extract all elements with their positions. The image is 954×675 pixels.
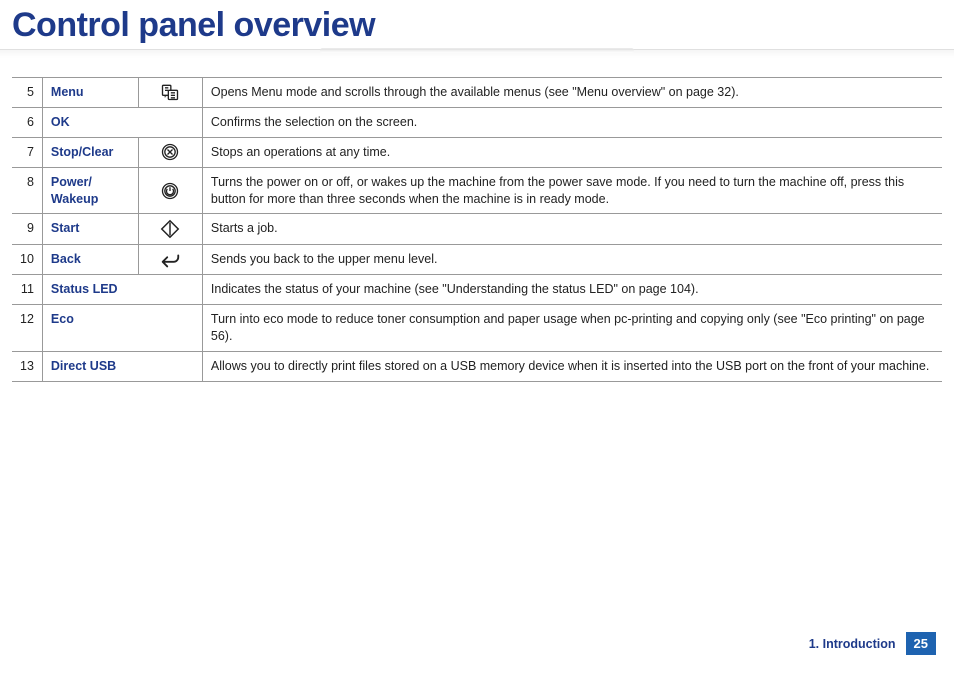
- row-label: Eco: [42, 305, 202, 352]
- title-underline: [0, 49, 954, 61]
- content-area: 5Menu * Opens Menu mode and scrolls throug…: [0, 61, 954, 382]
- table-row: 11Status LEDIndicates the status of your…: [12, 275, 942, 305]
- table-row: 6OKConfirms the selection on the screen.: [12, 107, 942, 137]
- footer-page-number: 25: [906, 632, 936, 655]
- row-description: Sends you back to the upper menu level.: [202, 245, 942, 275]
- row-label: Power/ Wakeup: [42, 167, 138, 214]
- start-icon: [138, 214, 202, 245]
- row-description: Confirms the selection on the screen.: [202, 107, 942, 137]
- table-row: 12EcoTurn into eco mode to reduce toner …: [12, 305, 942, 352]
- row-number: 5: [12, 78, 42, 108]
- stop-icon: [138, 137, 202, 167]
- row-number: 10: [12, 245, 42, 275]
- row-label: Back: [42, 245, 138, 275]
- row-number: 8: [12, 167, 42, 214]
- page-footer: 1. Introduction 25: [809, 632, 936, 655]
- row-number: 11: [12, 275, 42, 305]
- row-number: 6: [12, 107, 42, 137]
- row-number: 9: [12, 214, 42, 245]
- table-row: 8Power/ Wakeup Turns the power on or off,…: [12, 167, 942, 214]
- svg-text:*: *: [165, 96, 168, 102]
- row-number: 12: [12, 305, 42, 352]
- row-label: Menu: [42, 78, 138, 108]
- power-icon: [138, 167, 202, 214]
- table-row: 10Back Sends you back to the upper menu l…: [12, 245, 942, 275]
- back-icon: [138, 245, 202, 275]
- row-label: Start: [42, 214, 138, 245]
- page-title: Control panel overview: [0, 0, 954, 49]
- row-description: Turns the power on or off, or wakes up t…: [202, 167, 942, 214]
- row-description: Opens Menu mode and scrolls through the …: [202, 78, 942, 108]
- row-number: 7: [12, 137, 42, 167]
- table-row: 13Direct USBAllows you to directly print…: [12, 351, 942, 381]
- row-description: Allows you to directly print files store…: [202, 351, 942, 381]
- control-panel-table: 5Menu * Opens Menu mode and scrolls throug…: [12, 77, 942, 382]
- row-description: Starts a job.: [202, 214, 942, 245]
- row-description: Turn into eco mode to reduce toner consu…: [202, 305, 942, 352]
- footer-chapter: 1. Introduction: [809, 637, 896, 651]
- row-description: Indicates the status of your machine (se…: [202, 275, 942, 305]
- row-label: Status LED: [42, 275, 202, 305]
- row-label: Direct USB: [42, 351, 202, 381]
- row-label: Stop/Clear: [42, 137, 138, 167]
- table-row: 5Menu * Opens Menu mode and scrolls throug…: [12, 78, 942, 108]
- table-row: 9Start Starts a job.: [12, 214, 942, 245]
- row-label: OK: [42, 107, 202, 137]
- table-row: 7Stop/Clear Stops an operations at any ti…: [12, 137, 942, 167]
- menu-icon: *: [138, 78, 202, 108]
- row-description: Stops an operations at any time.: [202, 137, 942, 167]
- row-number: 13: [12, 351, 42, 381]
